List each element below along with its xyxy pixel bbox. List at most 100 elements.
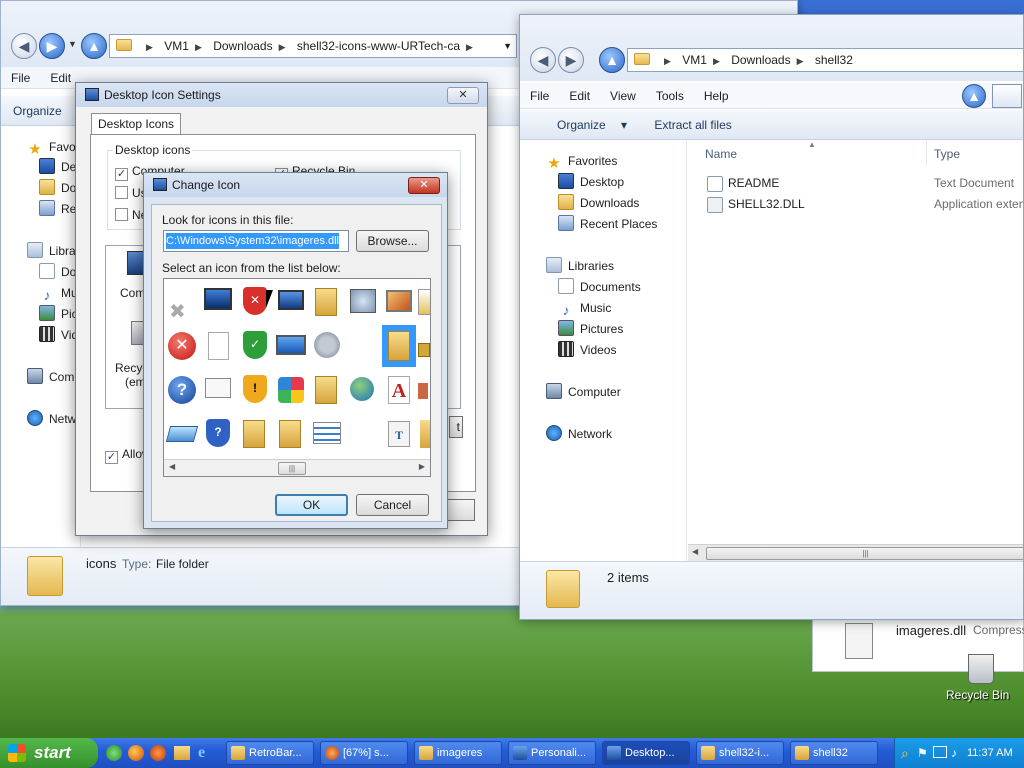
- forward-icon[interactable]: ▶: [558, 47, 584, 73]
- picture-frame-icon[interactable]: [382, 285, 416, 319]
- browse-button[interactable]: Browse...: [356, 230, 429, 252]
- up-icon[interactable]: ▲: [599, 47, 625, 73]
- media-player-icon[interactable]: [150, 745, 166, 761]
- left-address-bar[interactable]: ▶ VM1 ▶ Downloads ▶ shell32-icons-www-URTe…: [109, 34, 517, 58]
- volume-icon[interactable]: ♪: [951, 738, 957, 768]
- task-imageres[interactable]: imageres: [414, 741, 502, 765]
- partial-folder-icon[interactable]: [416, 417, 430, 451]
- computer-network-icon[interactable]: [346, 285, 380, 319]
- file-path-input[interactable]: C:\Windows\System32\imageres.dll: [163, 230, 349, 252]
- firefox-icon[interactable]: [128, 745, 144, 761]
- menu-tools[interactable]: Tools: [646, 83, 694, 109]
- network-tray-icon[interactable]: [933, 746, 947, 758]
- menu-file[interactable]: File: [520, 83, 559, 109]
- nav-libraries[interactable]: Libraries: [546, 256, 614, 276]
- column-type-header[interactable]: Type: [934, 147, 960, 161]
- nav-downloads[interactable]: Downloads: [558, 193, 639, 213]
- menu-help[interactable]: Help: [694, 83, 739, 109]
- checkbox-checked[interactable]: ✓: [105, 451, 118, 464]
- recycle-bin-desktop[interactable]: Recycle Bin: [940, 640, 1020, 710]
- scroll-thumb[interactable]: |||: [706, 547, 1023, 560]
- organize-button[interactable]: Organize: [1, 96, 74, 126]
- shield-help-icon[interactable]: ?: [201, 417, 235, 451]
- nav-music[interactable]: ♪ Music: [558, 298, 612, 318]
- menu-edit[interactable]: Edit: [559, 83, 600, 109]
- gray-x-icon[interactable]: ✖: [165, 289, 199, 323]
- task-browser[interactable]: [67%] s...: [320, 741, 408, 765]
- task-retrobar[interactable]: RetroBar...: [226, 741, 314, 765]
- breadcrumb-shell32[interactable]: shell32: [815, 53, 853, 67]
- history-dropdown-icon[interactable]: ▼: [68, 39, 77, 49]
- tab-desktop-icons[interactable]: Desktop Icons: [91, 113, 182, 135]
- nav-videos[interactable]: Videos: [558, 340, 616, 360]
- icon-list-scrollbar[interactable]: ◀ ||| ▶: [164, 459, 430, 476]
- breadcrumb-downloads[interactable]: Downloads: [731, 53, 790, 67]
- laptop-screen-icon[interactable]: [274, 329, 308, 363]
- lock-icon[interactable]: [416, 329, 430, 363]
- folder-user-selected-icon[interactable]: [382, 325, 416, 367]
- breadcrumb-folder[interactable]: shell32-icons-www-URTech-ca: [297, 39, 460, 53]
- close-icon[interactable]: ✕: [408, 177, 440, 194]
- nav-videos[interactable]: Vid: [39, 325, 78, 345]
- nav-network[interactable]: Network: [546, 424, 612, 444]
- menu-file[interactable]: File: [1, 67, 40, 89]
- icon-list[interactable]: ✖ ✕ ✕ ✓ ? ! A ? T ◀ ||| ▶: [163, 278, 431, 477]
- nav-computer[interactable]: Computer: [546, 382, 621, 402]
- start-button[interactable]: start: [0, 738, 98, 768]
- back-icon[interactable]: ◀: [11, 33, 37, 59]
- monitor-network-icon[interactable]: [274, 285, 308, 319]
- nav-favorites[interactable]: ★ Favorites: [546, 151, 617, 172]
- scroll-thumb[interactable]: |||: [278, 462, 306, 475]
- organize-button[interactable]: Organize ▾: [520, 110, 639, 140]
- globe-network-icon[interactable]: [346, 373, 380, 407]
- error-red-icon[interactable]: ✕: [165, 329, 199, 363]
- drive-icon[interactable]: [165, 417, 199, 451]
- menu-view[interactable]: View: [600, 83, 646, 109]
- scroll-left-icon[interactable]: ◀: [692, 547, 698, 556]
- breadcrumb-vm1[interactable]: VM1: [682, 53, 707, 67]
- messenger-icon[interactable]: [106, 745, 122, 761]
- cancel-button[interactable]: Cancel: [356, 494, 429, 516]
- breadcrumb-vm1[interactable]: VM1: [164, 39, 189, 53]
- certificate-icon[interactable]: [416, 285, 430, 319]
- nav-favorites[interactable]: ★ Favo: [27, 137, 75, 158]
- list-view-icon[interactable]: [310, 417, 344, 451]
- shield-check-icon[interactable]: ✓: [238, 329, 272, 363]
- explorer-icon[interactable]: [174, 746, 190, 760]
- folder-docs-icon[interactable]: [274, 417, 308, 451]
- dis-bottom-button-edge[interactable]: [448, 499, 475, 521]
- ok-button[interactable]: OK: [275, 494, 348, 516]
- ie-icon[interactable]: e: [198, 744, 205, 762]
- file-row[interactable]: README Text Document: [705, 174, 1023, 194]
- column-name-header[interactable]: Name: [705, 147, 737, 161]
- nav-computer[interactable]: Com: [27, 367, 74, 387]
- nav-documents[interactable]: Do: [39, 262, 76, 282]
- breadcrumb-downloads[interactable]: Downloads: [213, 39, 272, 53]
- search-icon[interactable]: ⌕: [901, 738, 909, 768]
- nav-music[interactable]: ♪ Mu: [39, 283, 78, 303]
- nav-documents[interactable]: Documents: [558, 277, 641, 297]
- shield-warning-icon[interactable]: !: [238, 373, 272, 407]
- folder-star-icon[interactable]: [310, 373, 344, 407]
- nav-recent[interactable]: Recent Places: [558, 214, 657, 234]
- address-dropdown-icon[interactable]: ▼: [503, 35, 512, 57]
- partial-icon[interactable]: [416, 373, 430, 407]
- chk-user[interactable]: Us: [115, 186, 147, 200]
- task-shell32-icons[interactable]: shell32-i...: [696, 741, 784, 765]
- partial-button[interactable]: t: [449, 416, 463, 438]
- scroll-left-icon[interactable]: ◀: [169, 462, 175, 471]
- preview-pane-icon[interactable]: [992, 84, 1022, 108]
- task-shell32[interactable]: shell32: [790, 741, 878, 765]
- gear-checklist-icon[interactable]: [310, 329, 344, 363]
- help-icon[interactable]: ▲: [962, 84, 986, 108]
- nav-pictures[interactable]: Pic: [39, 304, 78, 324]
- nav-network[interactable]: Netw: [27, 409, 76, 429]
- file-row[interactable]: SHELL32.DLL Application exten: [705, 195, 1023, 215]
- nav-pictures[interactable]: Pictures: [558, 319, 623, 339]
- forward-icon[interactable]: ▶: [39, 33, 65, 59]
- up-icon[interactable]: ▲: [81, 33, 107, 59]
- horizontal-scrollbar[interactable]: ◀ |||: [688, 544, 1023, 561]
- document-blank-icon[interactable]: [201, 329, 235, 363]
- task-personalization[interactable]: Personali...: [508, 741, 596, 765]
- extract-all-button[interactable]: Extract all files: [642, 110, 743, 140]
